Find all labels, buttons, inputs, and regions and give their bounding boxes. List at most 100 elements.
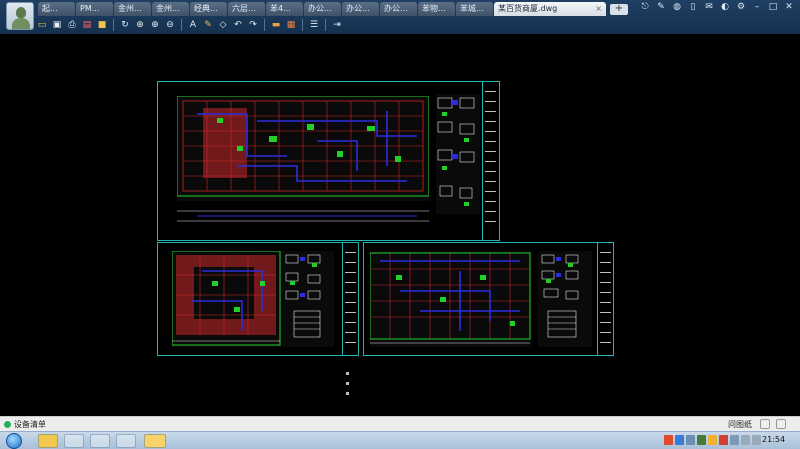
tab-8[interactable]: 办公... xyxy=(304,2,341,16)
share-icon[interactable]: ⎋ xyxy=(640,2,650,12)
detail-block-bottom-left xyxy=(282,251,334,347)
add-tab-button[interactable]: + xyxy=(610,4,628,15)
skin-icon[interactable]: ◐ xyxy=(720,2,730,12)
redo-icon[interactable]: ↷ xyxy=(247,19,259,31)
drawing-sheet-bottom-left xyxy=(157,242,359,356)
floor-plan-top-drawing xyxy=(176,95,430,222)
taskbar-app-winrar[interactable] xyxy=(116,434,136,448)
tab-12[interactable]: 苯城... xyxy=(456,2,493,16)
drawing-canvas[interactable] xyxy=(0,34,800,416)
document-tabs: 起... PM... 金州... 金州... 经典... 六层... 苯4...… xyxy=(38,2,628,16)
tab-5[interactable]: 经典... xyxy=(190,2,227,16)
detail-block-top xyxy=(436,94,480,214)
clock[interactable]: 21:54 xyxy=(762,435,785,444)
windows-taskbar: 21:54 xyxy=(0,431,800,449)
hatch-icon[interactable]: ▦ xyxy=(285,19,297,31)
system-tray xyxy=(664,435,761,447)
zoom-out-icon[interactable]: ⊖ xyxy=(164,19,176,31)
volume-icon[interactable] xyxy=(730,435,739,445)
lock-icon[interactable]: ■ xyxy=(96,19,108,31)
layer-icon[interactable]: ☰ xyxy=(308,19,320,31)
tab-2[interactable]: PM... xyxy=(76,2,113,16)
title-block-bottom-left xyxy=(342,243,358,355)
text-icon[interactable]: A xyxy=(187,19,199,31)
gear-icon[interactable]: ⚙ xyxy=(736,2,746,12)
measure-icon[interactable]: ▬ xyxy=(270,19,282,31)
close-tab-icon[interactable]: × xyxy=(595,2,602,16)
zoom-in-icon[interactable]: ⊕ xyxy=(149,19,161,31)
close-icon[interactable]: ✕ xyxy=(784,2,794,12)
equipment-list-button[interactable]: 设备清单 xyxy=(4,418,46,431)
toolbar-divider xyxy=(264,18,265,31)
ime-icon[interactable] xyxy=(664,435,673,445)
active-tab-label: 某百货商厦.dwg xyxy=(498,4,558,13)
tray-icon[interactable] xyxy=(741,435,750,445)
cad-viewer-window: 起... PM... 金州... 金州... 经典... 六层... 苯4...… xyxy=(0,0,800,449)
start-button[interactable] xyxy=(6,433,22,449)
pen-icon[interactable]: ✎ xyxy=(202,19,214,31)
status-dot-icon xyxy=(4,421,11,428)
detail-block-top-drawing xyxy=(437,97,475,206)
detail-block-bottom-right-drawing xyxy=(541,254,579,338)
title-bar: 起... PM... 金州... 金州... 经典... 六层... 苯4...… xyxy=(0,0,800,34)
keyboard-icon[interactable] xyxy=(686,435,695,445)
tab-7[interactable]: 苯4... xyxy=(266,2,303,16)
floor-plan-bottom-right-drawing xyxy=(369,252,531,344)
main-toolbar: ▭ ▣ ⎙ ▤ ■ ↻ ⊕ ⊕ ⊖ A ✎ ◇ ↶ ↷ ▬ ▦ ☰ ⇥ xyxy=(36,17,343,32)
taskbar-app-explorer[interactable] xyxy=(38,434,58,448)
avatar-head-shape xyxy=(16,7,26,18)
note-mark xyxy=(346,382,349,385)
ask-drawing-button[interactable]: 问图纸 xyxy=(728,418,752,431)
toolbar-divider xyxy=(181,18,182,31)
mail-icon[interactable]: ✉ xyxy=(704,2,714,12)
rotate-icon[interactable]: ↻ xyxy=(119,19,131,31)
save-icon[interactable]: ▣ xyxy=(51,19,63,31)
export-icon[interactable]: ⇥ xyxy=(331,19,343,31)
minimize-icon[interactable]: – xyxy=(752,2,762,12)
floor-plan-bottom-left-drawing xyxy=(171,250,281,346)
toolbar-divider xyxy=(302,18,303,31)
taskbar-app-word[interactable] xyxy=(64,434,84,448)
user-avatar[interactable] xyxy=(6,2,34,30)
tab-4[interactable]: 金州... xyxy=(152,2,189,16)
help-icon[interactable] xyxy=(675,435,684,445)
title-block-bottom-right xyxy=(597,243,613,355)
floor-plan-top xyxy=(176,95,430,222)
expand-icon[interactable] xyxy=(776,419,786,429)
tray-icon[interactable] xyxy=(752,435,761,445)
maximize-icon[interactable]: □ xyxy=(768,2,778,12)
toolbar-divider xyxy=(113,18,114,31)
window-controls: ⎋ ✎ ◍ ▯ ✉ ◐ ⚙ – □ ✕ xyxy=(640,2,794,12)
network-icon[interactable] xyxy=(697,435,706,445)
tab-9[interactable]: 办公... xyxy=(342,2,379,16)
floor-plan-bottom-right xyxy=(369,251,532,347)
taskbar-app-browser[interactable] xyxy=(90,434,110,448)
chat-icon[interactable] xyxy=(760,419,770,429)
edit-icon[interactable]: ✎ xyxy=(656,2,666,12)
drawing-sheet-bottom-right xyxy=(363,242,614,356)
flag-icon[interactable] xyxy=(719,435,728,445)
equipment-list-label: 设备清单 xyxy=(14,420,46,429)
tab-active-document[interactable]: 某百货商厦.dwg × xyxy=(494,2,606,16)
open-icon[interactable]: ▭ xyxy=(36,19,48,31)
undo-icon[interactable]: ↶ xyxy=(232,19,244,31)
shield-icon[interactable] xyxy=(708,435,717,445)
toolbar-divider xyxy=(325,18,326,31)
tab-11[interactable]: 苯物... xyxy=(418,2,455,16)
title-block-top xyxy=(482,82,498,240)
detail-block-bottom-left-drawing xyxy=(285,254,321,338)
tab-6[interactable]: 六层... xyxy=(228,2,265,16)
note-mark xyxy=(346,372,349,375)
tab-10[interactable]: 办公... xyxy=(380,2,417,16)
avatar-body-shape xyxy=(12,18,30,29)
wechat-icon[interactable]: ◍ xyxy=(672,2,682,12)
tab-3[interactable]: 金州... xyxy=(114,2,151,16)
drawing-sheet-top xyxy=(157,81,500,241)
zoom-fit-icon[interactable]: ⊕ xyxy=(134,19,146,31)
print-icon[interactable]: ⎙ xyxy=(66,19,78,31)
tab-1[interactable]: 起... xyxy=(38,2,75,16)
pdf-icon[interactable]: ▤ xyxy=(81,19,93,31)
taskbar-app-cad-viewer[interactable] xyxy=(144,434,166,448)
eraser-icon[interactable]: ◇ xyxy=(217,19,229,31)
phone-icon[interactable]: ▯ xyxy=(688,2,698,12)
